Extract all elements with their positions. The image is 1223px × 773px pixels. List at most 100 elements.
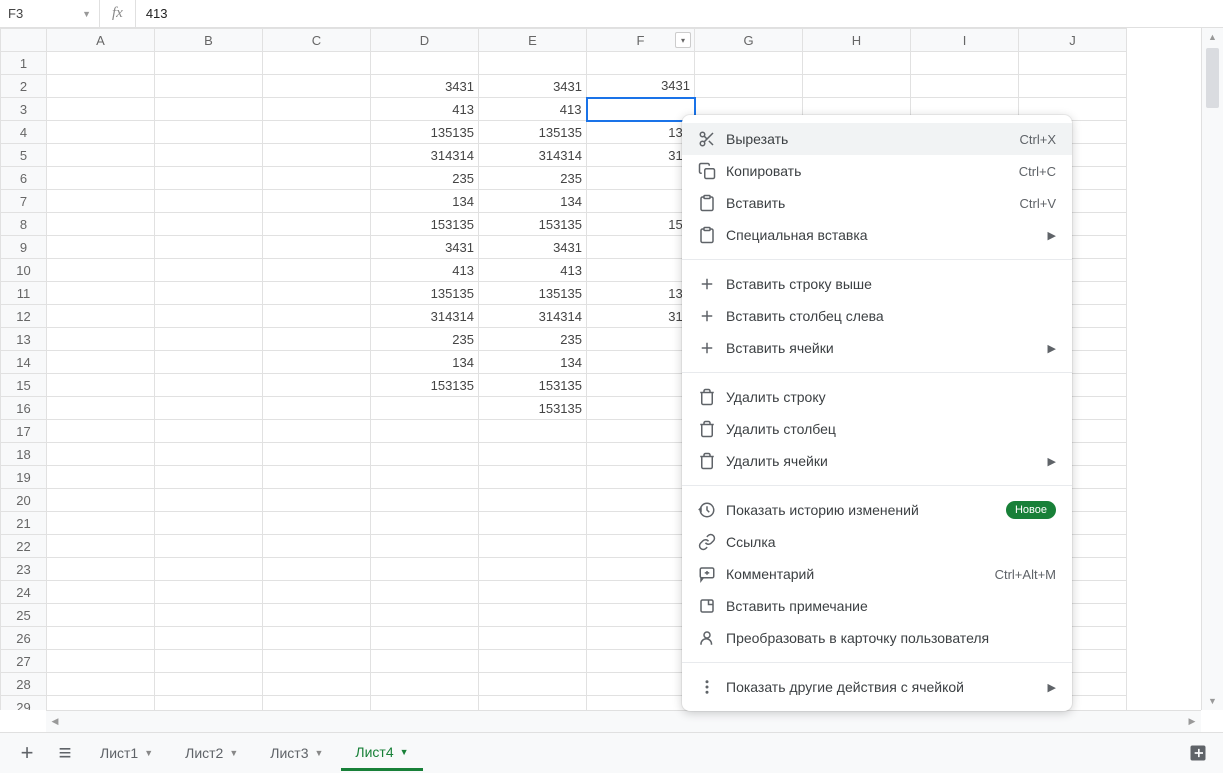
cell-B25[interactable] [155,604,263,627]
row-header-18[interactable]: 18 [1,443,47,466]
menu-item[interactable]: ВырезатьCtrl+X [682,123,1072,155]
menu-item[interactable]: Вставить примечание [682,590,1072,622]
cell-A10[interactable] [47,259,155,282]
cell-E15[interactable]: 153135 [479,374,587,397]
cell-F2[interactable]: 3431 [587,75,695,98]
cell-F23[interactable] [587,558,695,581]
row-header-9[interactable]: 9 [1,236,47,259]
cell-D11[interactable]: 135135 [371,282,479,305]
column-header-E[interactable]: E [479,29,587,52]
cell-E8[interactable]: 153135 [479,213,587,236]
cell-B5[interactable] [155,144,263,167]
cell-D9[interactable]: 3431 [371,236,479,259]
cell-F25[interactable] [587,604,695,627]
scroll-left-icon[interactable]: ◀ [46,711,64,732]
scroll-up-icon[interactable]: ▲ [1202,28,1223,46]
row-header-3[interactable]: 3 [1,98,47,121]
cell-J2[interactable] [1019,75,1127,98]
cell-A16[interactable] [47,397,155,420]
cell-B11[interactable] [155,282,263,305]
cell-C6[interactable] [263,167,371,190]
cell-A2[interactable] [47,75,155,98]
formula-input[interactable]: 413 [136,0,1223,27]
row-header-20[interactable]: 20 [1,489,47,512]
cell-A26[interactable] [47,627,155,650]
cell-D5[interactable]: 314314 [371,144,479,167]
cell-E4[interactable]: 135135 [479,121,587,144]
cell-A21[interactable] [47,512,155,535]
row-header-28[interactable]: 28 [1,673,47,696]
cell-F7[interactable] [587,190,695,213]
cell-D14[interactable]: 134 [371,351,479,374]
cell-E5[interactable]: 314314 [479,144,587,167]
row-header-1[interactable]: 1 [1,52,47,75]
cell-I1[interactable] [911,52,1019,75]
cell-D13[interactable]: 235 [371,328,479,351]
cell-B3[interactable] [155,98,263,121]
cell-A4[interactable] [47,121,155,144]
cell-A8[interactable] [47,213,155,236]
cell-A15[interactable] [47,374,155,397]
cell-A18[interactable] [47,443,155,466]
menu-item[interactable]: Преобразовать в карточку пользователя [682,622,1072,654]
cell-D6[interactable]: 235 [371,167,479,190]
cell-B18[interactable] [155,443,263,466]
cell-A23[interactable] [47,558,155,581]
column-header-I[interactable]: I [911,29,1019,52]
scroll-right-icon[interactable]: ▶ [1183,711,1201,732]
cell-F13[interactable] [587,328,695,351]
cell-B14[interactable] [155,351,263,374]
cell-E6[interactable]: 235 [479,167,587,190]
cell-D16[interactable] [371,397,479,420]
select-all-corner[interactable] [1,29,47,52]
cell-B12[interactable] [155,305,263,328]
cell-B23[interactable] [155,558,263,581]
cell-E2[interactable]: 3431 [479,75,587,98]
row-header-6[interactable]: 6 [1,167,47,190]
menu-item[interactable]: Вставить столбец слева [682,300,1072,332]
cell-E28[interactable] [479,673,587,696]
cell-F14[interactable] [587,351,695,374]
column-header-J[interactable]: J [1019,29,1127,52]
cell-E23[interactable] [479,558,587,581]
cell-F16[interactable] [587,397,695,420]
cell-D26[interactable] [371,627,479,650]
cell-E17[interactable] [479,420,587,443]
cell-B4[interactable] [155,121,263,144]
cell-I2[interactable] [911,75,1019,98]
cell-A13[interactable] [47,328,155,351]
cell-E29[interactable] [479,696,587,711]
cell-A12[interactable] [47,305,155,328]
cell-B10[interactable] [155,259,263,282]
row-header-8[interactable]: 8 [1,213,47,236]
cell-E18[interactable] [479,443,587,466]
column-header-G[interactable]: G [695,29,803,52]
explore-button[interactable] [1183,738,1213,768]
cell-B26[interactable] [155,627,263,650]
cell-E14[interactable]: 134 [479,351,587,374]
cell-C2[interactable] [263,75,371,98]
all-sheets-button[interactable]: ≡ [48,736,82,770]
cell-B28[interactable] [155,673,263,696]
cell-E24[interactable] [479,581,587,604]
cell-D8[interactable]: 153135 [371,213,479,236]
row-header-22[interactable]: 22 [1,535,47,558]
cell-C10[interactable] [263,259,371,282]
sheet-tab[interactable]: Лист1▼ [86,736,167,771]
cell-A7[interactable] [47,190,155,213]
cell-B1[interactable] [155,52,263,75]
cell-F27[interactable] [587,650,695,673]
row-header-24[interactable]: 24 [1,581,47,604]
cell-D21[interactable] [371,512,479,535]
cell-C27[interactable] [263,650,371,673]
cell-A22[interactable] [47,535,155,558]
cell-C12[interactable] [263,305,371,328]
row-header-15[interactable]: 15 [1,374,47,397]
cell-A11[interactable] [47,282,155,305]
cell-G2[interactable] [695,75,803,98]
row-header-27[interactable]: 27 [1,650,47,673]
sheet-tab[interactable]: Лист3▼ [256,736,337,771]
cell-B9[interactable] [155,236,263,259]
cell-D4[interactable]: 135135 [371,121,479,144]
cell-C20[interactable] [263,489,371,512]
